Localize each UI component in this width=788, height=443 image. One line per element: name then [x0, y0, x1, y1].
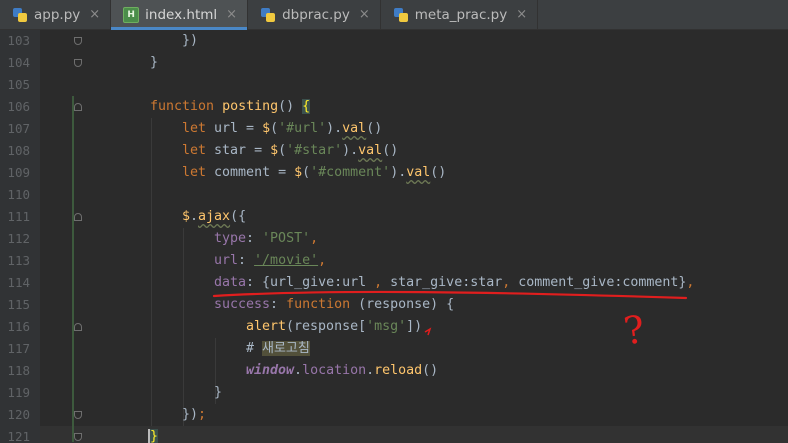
- line-number: 117: [7, 341, 30, 356]
- tab-app-py[interactable]: app.py ×: [0, 0, 112, 29]
- fold-marker-icon[interactable]: [74, 323, 82, 331]
- ide-window: app.py × H index.html × dbprac.py × meta…: [0, 0, 788, 443]
- code-line-118: window.location.reload(): [246, 363, 439, 378]
- editor-tab-bar: app.py × H index.html × dbprac.py × meta…: [0, 0, 788, 30]
- line-number: 104: [7, 55, 30, 70]
- code-line-111: $.ajax({: [182, 209, 247, 224]
- line-number: 121: [7, 429, 30, 443]
- code-line-109: let comment = $('#comment').val(): [182, 165, 447, 180]
- python-file-icon: [12, 7, 28, 23]
- line-number: 116: [7, 319, 30, 334]
- fold-marker-icon[interactable]: [74, 213, 82, 221]
- line-number: 113: [7, 253, 30, 268]
- line-number: 114: [7, 275, 30, 290]
- line-number: 112: [7, 231, 30, 246]
- fold-marker-icon[interactable]: [74, 37, 82, 45]
- tab-label: index.html: [145, 6, 218, 23]
- code-line-121: }: [150, 429, 159, 443]
- code-line-112: type: 'POST',: [214, 231, 319, 246]
- tab-label: app.py: [34, 6, 81, 23]
- code-line-117: # 새로고침: [246, 341, 310, 356]
- vcs-change-marker[interactable]: [72, 96, 74, 442]
- line-number: 105: [7, 77, 30, 92]
- line-number: 108: [7, 143, 30, 158]
- fold-marker-icon[interactable]: [74, 103, 82, 111]
- code-line-107: let url = $('#url').val(): [182, 121, 383, 136]
- python-file-icon: [393, 7, 409, 23]
- line-number: 118: [7, 363, 30, 378]
- tab-label: dbprac.py: [282, 6, 350, 23]
- indent-guide: [183, 228, 184, 426]
- tab-dbprac-py[interactable]: dbprac.py ×: [248, 0, 381, 29]
- tab-label: meta_prac.py: [414, 6, 508, 23]
- line-number: 111: [7, 209, 30, 224]
- line-number: 110: [7, 187, 30, 202]
- line-number: 109: [7, 165, 30, 180]
- text-cursor: [148, 429, 150, 443]
- fold-marker-icon[interactable]: [74, 433, 82, 441]
- tab-meta-prac-py[interactable]: meta_prac.py ×: [381, 0, 539, 29]
- line-number: 106: [7, 99, 30, 114]
- code-line-116: alert(response['msg']): [246, 319, 423, 334]
- line-number: 115: [7, 297, 30, 312]
- line-number: 103: [7, 33, 30, 48]
- fold-marker-icon[interactable]: [74, 59, 82, 67]
- code-line-119: }: [214, 385, 223, 400]
- line-number: 107: [7, 121, 30, 136]
- code-line-113: url: '/movie',: [214, 253, 327, 268]
- code-line-103: }): [182, 33, 199, 48]
- close-icon[interactable]: ×: [226, 7, 237, 22]
- indent-guide: [151, 118, 152, 426]
- code-line-114: data: {url_give:url , star_give:star, co…: [214, 275, 695, 290]
- close-icon[interactable]: ×: [89, 7, 100, 22]
- code-line-115: success: function (response) {: [214, 297, 455, 312]
- close-icon[interactable]: ×: [359, 7, 370, 22]
- close-icon[interactable]: ×: [516, 7, 527, 22]
- code-line-106: function posting() {: [150, 99, 311, 114]
- html-file-icon: H: [123, 6, 140, 23]
- tab-index-html[interactable]: H index.html ×: [111, 0, 249, 30]
- code-line-120: });: [182, 407, 207, 422]
- code-editor[interactable]: 103 104 105 106 107 108 109 110 111 112 …: [0, 30, 788, 443]
- fold-marker-icon[interactable]: [74, 411, 82, 419]
- python-file-icon: [260, 7, 276, 23]
- code-line-108: let star = $('#star').val(): [182, 143, 399, 158]
- line-number: 120: [7, 407, 30, 422]
- code-line-104: }: [150, 55, 159, 70]
- line-number: 119: [7, 385, 30, 400]
